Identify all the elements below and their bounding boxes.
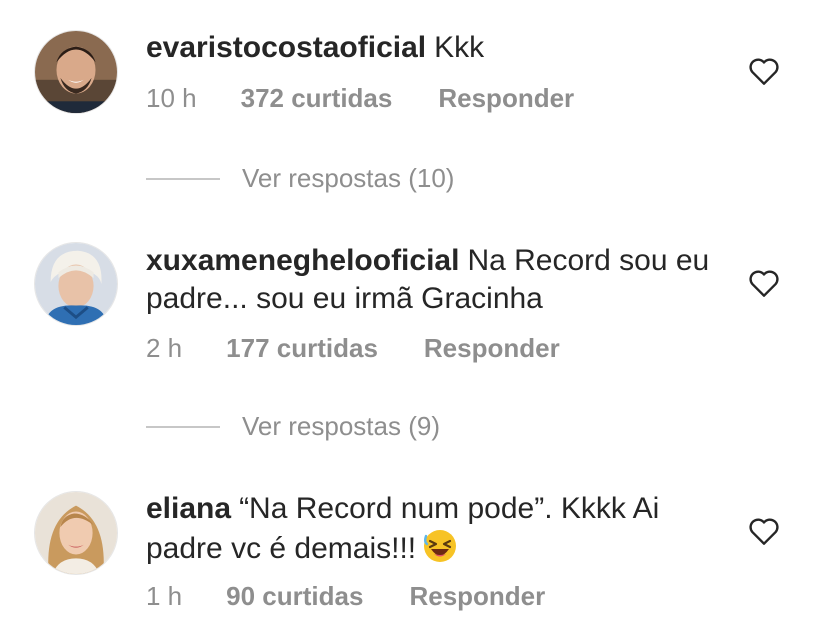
avatar[interactable] [34, 30, 118, 114]
reply-button[interactable]: Responder [438, 83, 574, 114]
view-replies-label[interactable]: Ver respostas (10) [242, 163, 454, 194]
heart-icon[interactable] [748, 56, 780, 86]
reply-button[interactable]: Responder [424, 333, 560, 364]
comment-username[interactable]: xuxameneghelooficial [146, 244, 459, 277]
comment-meta: 1 h 90 curtidas Responder [146, 581, 545, 612]
avatar[interactable] [34, 491, 118, 575]
comment-username[interactable]: eliana [146, 492, 231, 525]
view-replies-button[interactable]: Ver respostas (9) [146, 411, 440, 442]
comment-time: 10 h [146, 83, 197, 113]
view-replies-button[interactable]: Ver respostas (10) [146, 163, 454, 194]
comment-text: evaristocostaoficial Kkk [146, 29, 726, 67]
comment-likes[interactable]: 90 curtidas [226, 581, 363, 612]
replies-divider [146, 425, 220, 428]
avatar-image [35, 243, 117, 325]
replies-divider [146, 177, 220, 180]
avatar-image [35, 31, 117, 113]
comment-meta: 10 h 372 curtidas Responder [146, 83, 574, 114]
heart-icon[interactable] [748, 268, 780, 298]
comment-likes[interactable]: 372 curtidas [241, 83, 393, 114]
comment-text: eliana “Na Record num pode”. Kkkk Ai padr… [146, 490, 726, 568]
comment-body: Kkk [434, 31, 485, 64]
laughing-face-emoji [424, 530, 457, 562]
comment-time: 2 h [146, 333, 183, 363]
view-replies-label[interactable]: Ver respostas (9) [242, 411, 440, 442]
avatar-image [35, 492, 117, 574]
avatar[interactable] [34, 242, 118, 326]
comment-time: 1 h [146, 581, 183, 611]
comment-username[interactable]: evaristocostaoficial [146, 31, 426, 64]
comment-text: xuxameneghelooficial Na Record sou eu pad… [146, 242, 726, 318]
comment-likes[interactable]: 177 curtidas [226, 333, 378, 364]
comment-meta: 2 h 177 curtidas Responder [146, 333, 560, 364]
heart-icon[interactable] [748, 516, 780, 546]
reply-button[interactable]: Responder [409, 581, 545, 612]
